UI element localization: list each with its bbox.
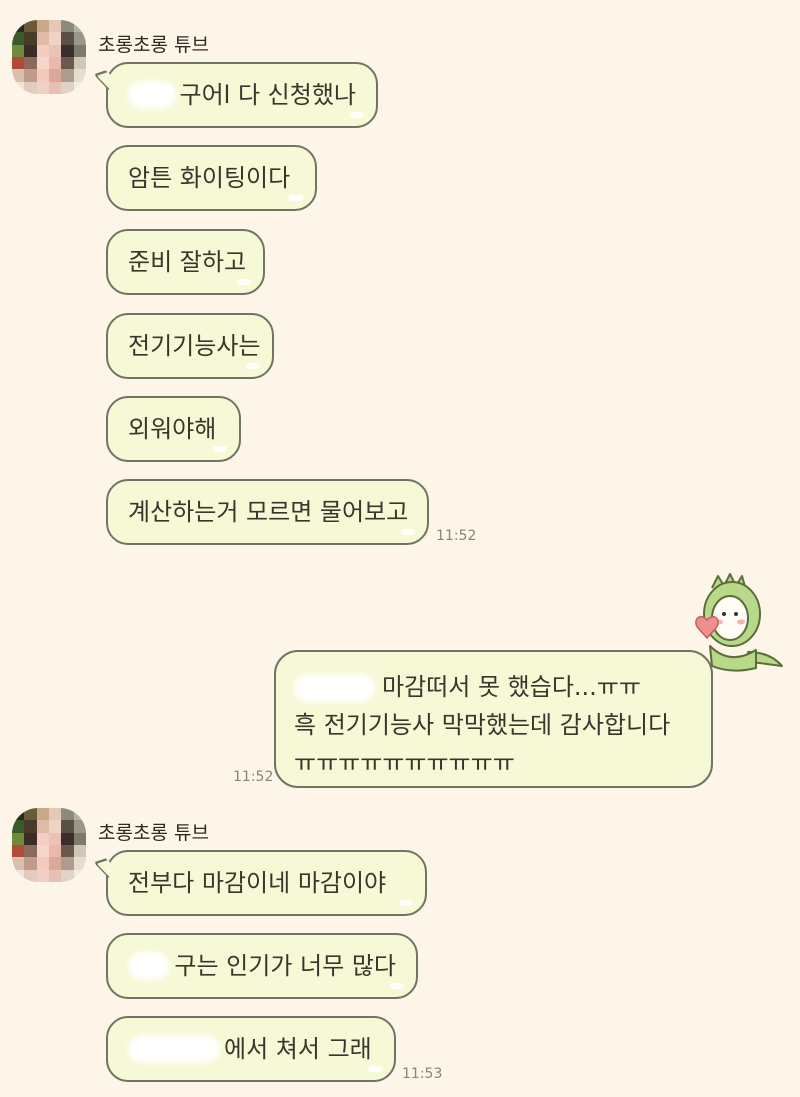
message-bubble[interactable]: 계산하는거 모르면 물어보고 bbox=[106, 479, 429, 545]
message-bubble[interactable]: 전부다 마감이네 마감이야 bbox=[106, 850, 427, 916]
blurred-text bbox=[128, 1035, 220, 1063]
blurred-text bbox=[128, 81, 176, 109]
message-bubble[interactable]: 암튼 화이팅이다 bbox=[106, 145, 317, 211]
message-bubble[interactable]: 준비 잘하고 bbox=[106, 229, 265, 295]
avatar[interactable] bbox=[12, 808, 86, 882]
message-text: 에서 쳐서 그래 bbox=[224, 1035, 372, 1063]
message-line: 마감떠서 못 했습다...ㅠㅠ bbox=[294, 668, 693, 706]
my-message-bubble[interactable]: 마감떠서 못 했습다...ㅠㅠ 흑 전기기능사 막막했는데 감사합니다 ㅠㅠㅠㅠ… bbox=[274, 650, 713, 788]
message-text: 준비 잘하고 bbox=[128, 248, 247, 276]
message-text: 외워야해 bbox=[128, 415, 217, 443]
timestamp: 11:52 bbox=[436, 528, 477, 544]
message-text: 전기기능사는 bbox=[128, 332, 261, 360]
sender-name: 초롱초롱 튜브 bbox=[98, 822, 209, 844]
message-text: 구는 인기가 너무 많다 bbox=[174, 952, 396, 980]
message-line: ㅠㅠㅠㅠㅠㅠㅠㅠㅠㅠ bbox=[294, 749, 515, 777]
message-text: 전부다 마감이네 마감이야 bbox=[128, 869, 387, 897]
message-bubble[interactable]: 에서 쳐서 그래 bbox=[106, 1016, 396, 1082]
timestamp: 11:53 bbox=[402, 1066, 443, 1082]
blurred-text bbox=[294, 674, 376, 702]
message-text: 암튼 화이팅이다 bbox=[128, 164, 291, 192]
message-text: 구어l 다 신청했나 bbox=[179, 81, 357, 109]
blurred-text bbox=[128, 952, 171, 980]
message-line: 흑 전기기능사 막막했는데 감사합니다 bbox=[294, 711, 671, 739]
timestamp: 11:52 bbox=[233, 769, 274, 785]
sender-name: 초롱초롱 튜브 bbox=[98, 34, 209, 56]
message-text: 계산하는거 모르면 물어보고 bbox=[128, 498, 409, 526]
avatar[interactable] bbox=[12, 20, 86, 94]
message-bubble[interactable]: 전기기능사는 bbox=[106, 313, 274, 379]
message-text: 마감떠서 못 했습다...ㅠㅠ bbox=[382, 673, 641, 701]
message-bubble[interactable]: 구는 인기가 너무 많다 bbox=[106, 933, 418, 999]
message-bubble[interactable]: 구어l 다 신청했나 bbox=[106, 62, 378, 128]
message-bubble[interactable]: 외워야해 bbox=[106, 396, 241, 462]
